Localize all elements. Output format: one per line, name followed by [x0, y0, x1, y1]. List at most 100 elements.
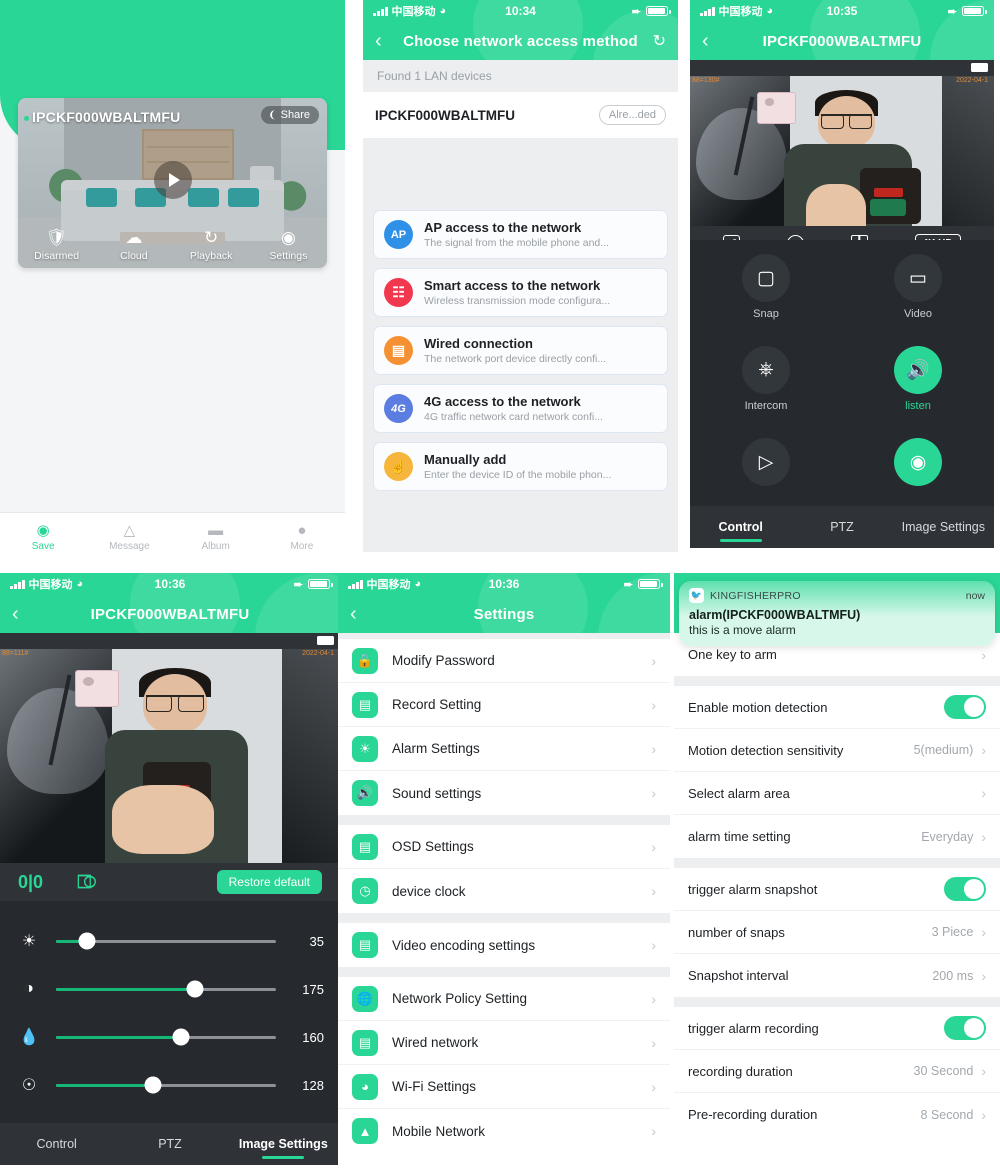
settings-item-wired-network[interactable]: ▤ Wired network ›	[338, 1021, 670, 1065]
option-smart-access[interactable]: ☷ Smart access to the network Wireless t…	[373, 268, 668, 317]
toggle-trigger-alarm-recording[interactable]	[944, 1016, 986, 1040]
image-adjust-bar: 0|0 ⎄ Restore default	[0, 863, 340, 901]
control-extra-right[interactable]: ◉	[842, 432, 994, 506]
alarm-item-trigger-alarm-recording[interactable]: trigger alarm recording	[674, 1007, 1000, 1050]
device-battery-icon	[971, 63, 988, 72]
play-icon[interactable]	[153, 160, 192, 199]
video-osd-left: 88=130#	[692, 77, 720, 84]
tab-ptz[interactable]: PTZ	[113, 1137, 226, 1151]
tab-more[interactable]: ● More	[259, 521, 345, 553]
alarm-item-snapshot-interval[interactable]: Snapshot interval 200 ms ›	[674, 954, 1000, 997]
panel3-tab-bar: Control PTZ Image Settings	[690, 506, 994, 548]
alarm-item-trigger-alarm-snapshot[interactable]: trigger alarm snapshot	[674, 868, 1000, 911]
lan-device-row[interactable]: IPCKF000WBALTMFU Alre...ded	[363, 92, 678, 138]
tab-message[interactable]: △ Message	[86, 521, 172, 552]
slider-track[interactable]	[56, 932, 276, 950]
alarm-label: number of snaps	[688, 924, 785, 940]
share-button[interactable]: ❨ Share	[261, 106, 319, 124]
slider-contrast[interactable]: ◑ 175	[16, 965, 324, 1013]
device-action-playback[interactable]: ↻ Playback	[173, 227, 250, 262]
spacer-block	[363, 138, 678, 204]
panel3-navbar: 中国移动 ◕ 10:35 ➨ ‹ IPCKF000WBALTMFU	[690, 0, 994, 60]
alarm-item-alarm-time-setting[interactable]: alarm time setting Everyday ›	[674, 815, 1000, 858]
online-status-dot	[24, 116, 29, 121]
bell-icon: △	[123, 522, 136, 539]
tab-image-settings[interactable]: Image Settings	[227, 1137, 340, 1151]
settings-item-alarm-settings[interactable]: ☀ Alarm Settings ›	[338, 727, 670, 771]
option-wired-connection[interactable]: ▤ Wired connection The network port devi…	[373, 326, 668, 375]
alarm-group-4: trigger alarm recording recording durati…	[674, 1007, 1000, 1136]
toggle-trigger-alarm-snapshot[interactable]	[944, 877, 986, 901]
alarm-item-select-alarm-area[interactable]: Select alarm area ›	[674, 772, 1000, 815]
nav-row: ‹ Choose network access method ↻	[363, 22, 678, 60]
settings-item-network-policy[interactable]: 🌐 Network Policy Setting ›	[338, 977, 670, 1021]
option-ap-access[interactable]: AP AP access to the network The signal f…	[373, 210, 668, 259]
alarm-item-motion-sensitivity[interactable]: Motion detection sensitivity 5(medium) ›	[674, 729, 1000, 772]
device-card[interactable]: IPCKF000WBALTMFU ❨ Share 🛡 Disarmed ☁ Cl…	[18, 98, 327, 268]
alarm-value: 8 Second	[920, 1107, 974, 1122]
tab-ptz[interactable]: PTZ	[791, 520, 892, 534]
tab-image-settings[interactable]: Image Settings	[893, 520, 994, 534]
control-intercom[interactable]: ⎈ Intercom	[690, 340, 842, 432]
slider-brightness[interactable]: ☀ 35	[16, 917, 324, 965]
settings-item-mobile-network[interactable]: ▲ Mobile Network ›	[338, 1109, 670, 1153]
ethernet-port-icon: ▤	[384, 336, 413, 365]
settings-item-wifi-settings[interactable]: ◕ Wi-Fi Settings ›	[338, 1065, 670, 1109]
alarm-group-2: Enable motion detection Motion detection…	[674, 686, 1000, 858]
back-button[interactable]: ‹	[350, 604, 370, 624]
tab-save[interactable]: ◉ Save	[0, 521, 86, 552]
refresh-icon[interactable]: ↻	[646, 31, 666, 51]
settings-item-modify-password[interactable]: 🔒 Modify Password ›	[338, 639, 670, 683]
location-arrow-icon: ➨	[623, 578, 633, 591]
settings-label: Wi-Fi Settings	[392, 1079, 477, 1094]
settings-item-sound-settings[interactable]: 🔊 Sound settings ›	[338, 771, 670, 815]
settings-item-osd-settings[interactable]: ▤ OSD Settings ›	[338, 825, 670, 869]
alarm-item-recording-duration[interactable]: recording duration 30 Second ›	[674, 1050, 1000, 1093]
push-notification-banner[interactable]: 🐦 KINGFISHERPRO now alarm(IPCKF000WBALTM…	[679, 581, 995, 646]
control-video[interactable]: ▭ Video	[842, 248, 994, 340]
device-action-cloud[interactable]: ☁ Cloud	[95, 227, 172, 262]
control-snap[interactable]: ▢ Snap	[690, 248, 842, 340]
notification-body: this is a move alarm	[689, 623, 796, 637]
device-action-settings[interactable]: ◉ Settings	[250, 227, 327, 262]
control-listen[interactable]: 🔊 listen	[842, 340, 994, 432]
back-button[interactable]: ‹	[375, 31, 395, 51]
slider-track[interactable]	[56, 980, 276, 998]
tab-album[interactable]: ▬ Album	[173, 521, 259, 553]
settings-item-device-clock[interactable]: ◷ device clock ›	[338, 869, 670, 913]
alarm-item-number-of-snaps[interactable]: number of snaps 3 Piece ›	[674, 911, 1000, 954]
flip-horizontal-icon[interactable]: 0|0	[18, 872, 43, 893]
tab-control[interactable]: Control	[690, 520, 791, 534]
status-right: ➨	[623, 578, 663, 591]
alarm-item-pre-recording-duration[interactable]: Pre-recording duration 8 Second ›	[674, 1093, 1000, 1136]
slider-sharpness[interactable]: ☉ 128	[16, 1061, 324, 1109]
slider-track[interactable]	[56, 1076, 276, 1094]
battery-icon	[962, 6, 987, 16]
restore-default-button[interactable]: Restore default	[216, 870, 322, 894]
back-button[interactable]: ‹	[12, 604, 32, 624]
back-button[interactable]: ‹	[702, 31, 722, 51]
camera-snap-icon: ▢	[742, 254, 790, 302]
live-video-player[interactable]: 88=111# 2022-04-1	[0, 633, 340, 863]
live-video-player[interactable]: 88=130# 2022-04-1 ⤢ 4K HD	[690, 60, 994, 260]
slider-track[interactable]	[56, 1028, 276, 1046]
kingfisher-bird-icon: 🐦	[689, 588, 704, 603]
tab-control[interactable]: Control	[0, 1137, 113, 1151]
settings-item-record-setting[interactable]: ▤ Record Setting ›	[338, 683, 670, 727]
tab-label: Message	[109, 541, 150, 552]
slider-saturation[interactable]: 💧 160	[16, 1013, 324, 1061]
alarm-item-enable-motion-detection[interactable]: Enable motion detection	[674, 686, 1000, 729]
option-4g-access[interactable]: 4G 4G access to the network 4G traffic n…	[373, 384, 668, 433]
control-extra-left[interactable]: ▷	[690, 432, 842, 506]
toggle-enable-motion-detection[interactable]	[944, 695, 986, 719]
device-action-disarmed[interactable]: 🛡 Disarmed	[18, 227, 95, 262]
panel-settings: 中国移动 ◕ 10:36 ➨ ‹ Settings 🔒 Modify Passw…	[338, 573, 670, 1165]
option-manually-add[interactable]: ☝ Manually add Enter the device ID of th…	[373, 442, 668, 491]
device-name-label: IPCKF000WBALTMFU	[375, 107, 515, 123]
flip-vertical-icon[interactable]: ⎄	[77, 872, 96, 893]
alarm-label: Motion detection sensitivity	[688, 742, 844, 758]
osd-text-icon: ▤	[352, 833, 378, 860]
playback-icon: ↻	[204, 228, 219, 247]
settings-item-video-encoding[interactable]: ▤ Video encoding settings ›	[338, 923, 670, 967]
nav-row: ‹ IPCKF000WBALTMFU	[0, 595, 340, 633]
